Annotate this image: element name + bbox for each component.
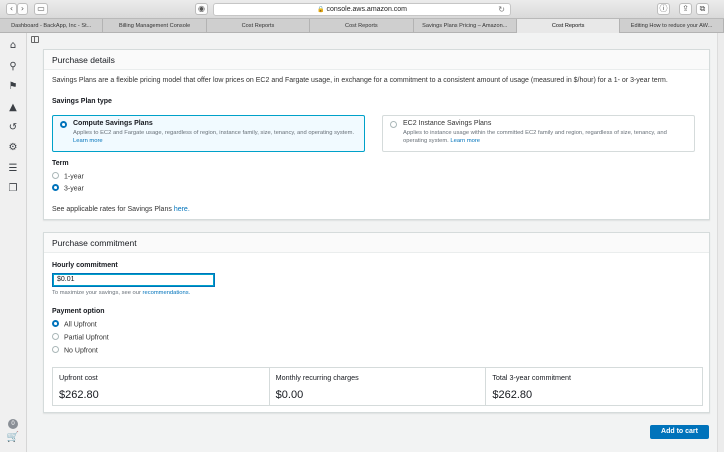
flag-icon[interactable]: ⚑ bbox=[6, 80, 20, 94]
monthly-charges-cell: Monthly recurring charges $0.00 bbox=[270, 368, 487, 405]
all-upfront-radio[interactable] bbox=[52, 320, 59, 327]
cart-count-badge: 0 bbox=[8, 419, 18, 429]
cost-summary: Upfront cost $262.80 Monthly recurring c… bbox=[52, 367, 703, 406]
ec2-learn-more-link[interactable]: Learn more bbox=[450, 138, 480, 144]
url-text: console.aws.amazon.com bbox=[326, 6, 408, 13]
upfront-cost-cell: Upfront cost $262.80 bbox=[53, 368, 270, 405]
tab-bar: Dashboard - BackApp, Inc - St... Billing… bbox=[0, 19, 724, 33]
purchase-commitment-header: Purchase commitment bbox=[44, 233, 709, 253]
search-icon[interactable]: ⚲ bbox=[6, 60, 20, 74]
term-label: Term bbox=[52, 160, 69, 167]
hourly-commitment-hint: To maximize your savings, see our recomm… bbox=[52, 290, 191, 296]
upfront-cost-label: Upfront cost bbox=[59, 373, 98, 382]
compute-learn-more-link[interactable]: Learn more bbox=[73, 138, 103, 144]
compute-title: Compute Savings Plans bbox=[73, 120, 153, 127]
rates-here-link[interactable]: here. bbox=[174, 206, 190, 213]
info-icon[interactable]: ⓘ bbox=[657, 3, 670, 15]
tab-cost-reports-2[interactable]: Cost Reports bbox=[310, 19, 414, 33]
hourly-commitment-label: Hourly commitment bbox=[52, 262, 118, 269]
sidebar-toggle-icon[interactable]: ▭ bbox=[34, 3, 48, 15]
term-3-year-radio[interactable] bbox=[52, 184, 59, 191]
reload-icon[interactable]: ↻ bbox=[498, 4, 505, 15]
tab-billing[interactable]: Billing Management Console bbox=[103, 19, 207, 33]
alert-icon[interactable]: ▲ bbox=[6, 101, 20, 115]
tab-dashboard[interactable]: Dashboard - BackApp, Inc - St... bbox=[0, 19, 104, 33]
ec2-radio[interactable] bbox=[390, 121, 397, 128]
applicable-rates-text: See applicable rates for Savings Plans h… bbox=[52, 206, 190, 213]
total-commitment-cell: Total 3-year commitment $262.80 bbox=[486, 368, 702, 405]
upfront-cost-value: $262.80 bbox=[59, 389, 99, 401]
term-3-year-option[interactable]: 3-year bbox=[52, 184, 84, 192]
purchase-commitment-panel: Purchase commitment Hourly commitment $0… bbox=[43, 232, 710, 413]
term-1-year-option[interactable]: 1-year bbox=[52, 172, 84, 180]
settings-gear-icon[interactable]: ⚙ bbox=[6, 141, 20, 155]
site-icon[interactable]: ◉ bbox=[195, 3, 208, 15]
compute-radio[interactable] bbox=[60, 121, 67, 128]
ec2-title: EC2 Instance Savings Plans bbox=[403, 120, 492, 127]
panel-collapse-icon[interactable] bbox=[31, 36, 39, 43]
documents-icon[interactable]: ❐ bbox=[6, 182, 20, 196]
payment-option-label: Payment option bbox=[52, 308, 105, 315]
cart-icon[interactable]: 🛒 bbox=[6, 431, 20, 445]
share-icon[interactable]: ⇪ bbox=[679, 3, 692, 15]
compute-description: Applies to EC2 and Fargate usage, regard… bbox=[73, 130, 355, 144]
monthly-charges-label: Monthly recurring charges bbox=[275, 373, 359, 382]
address-bar[interactable]: 🔒 console.aws.amazon.com ↻ bbox=[213, 3, 511, 16]
forward-icon[interactable]: › bbox=[17, 3, 28, 15]
back-icon[interactable]: ‹ bbox=[6, 3, 17, 15]
hourly-commitment-input[interactable]: $0.01 bbox=[52, 273, 215, 287]
all-upfront-option[interactable]: All Upfront bbox=[52, 320, 97, 328]
savings-plan-type-label: Savings Plan type bbox=[52, 98, 112, 105]
total-commitment-value: $262.80 bbox=[492, 389, 533, 401]
purchase-details-panel: Purchase details Savings Plans are a fle… bbox=[43, 49, 710, 220]
tabs-overview-icon[interactable]: ⧉ bbox=[696, 3, 709, 15]
total-commitment-label: Total 3-year commitment bbox=[492, 373, 572, 382]
recommendations-link[interactable]: recommendations. bbox=[143, 290, 191, 296]
browser-toolbar: ‹ › ▭ ◉ 🔒 console.aws.amazon.com ↻ ⓘ ⇪ ⧉ bbox=[0, 0, 724, 19]
lock-icon: 🔒 bbox=[316, 6, 325, 13]
tab-savings-pricing[interactable]: Savings Plans Pricing – Amazon... bbox=[414, 19, 517, 33]
purchase-details-header: Purchase details bbox=[44, 50, 709, 70]
left-rail: ⌂ ⚲ ⚑ ▲ ↺ ⚙ ☰ ❐ 0 🛒 bbox=[0, 33, 27, 452]
tab-cost-reports-1[interactable]: Cost Reports bbox=[207, 19, 311, 33]
scrollbar-track[interactable] bbox=[717, 33, 724, 452]
tab-editing[interactable]: Editing How to reduce your AW... bbox=[620, 19, 724, 33]
add-to-cart-button[interactable]: Add to cart bbox=[650, 425, 709, 439]
history-icon[interactable]: ↺ bbox=[6, 121, 20, 135]
list-icon[interactable]: ☰ bbox=[6, 162, 20, 176]
compute-savings-plans-option[interactable]: Compute Savings Plans Applies to EC2 and… bbox=[52, 115, 365, 152]
no-upfront-radio[interactable] bbox=[52, 346, 59, 353]
no-upfront-option[interactable]: No Upfront bbox=[52, 346, 98, 354]
partial-upfront-option[interactable]: Partial Upfront bbox=[52, 333, 109, 341]
ec2-instance-savings-plans-option[interactable]: EC2 Instance Savings Plans Applies to in… bbox=[382, 115, 695, 152]
savings-plans-description: Savings Plans are a flexible pricing mod… bbox=[52, 77, 668, 84]
term-1-year-radio[interactable] bbox=[52, 172, 59, 179]
monthly-charges-value: $0.00 bbox=[275, 389, 304, 401]
home-icon[interactable]: ⌂ bbox=[6, 39, 20, 53]
partial-upfront-radio[interactable] bbox=[52, 333, 59, 340]
tab-cost-reports-active[interactable]: Cost Reports bbox=[516, 19, 621, 33]
ec2-description: Applies to instance usage within the com… bbox=[403, 130, 667, 144]
